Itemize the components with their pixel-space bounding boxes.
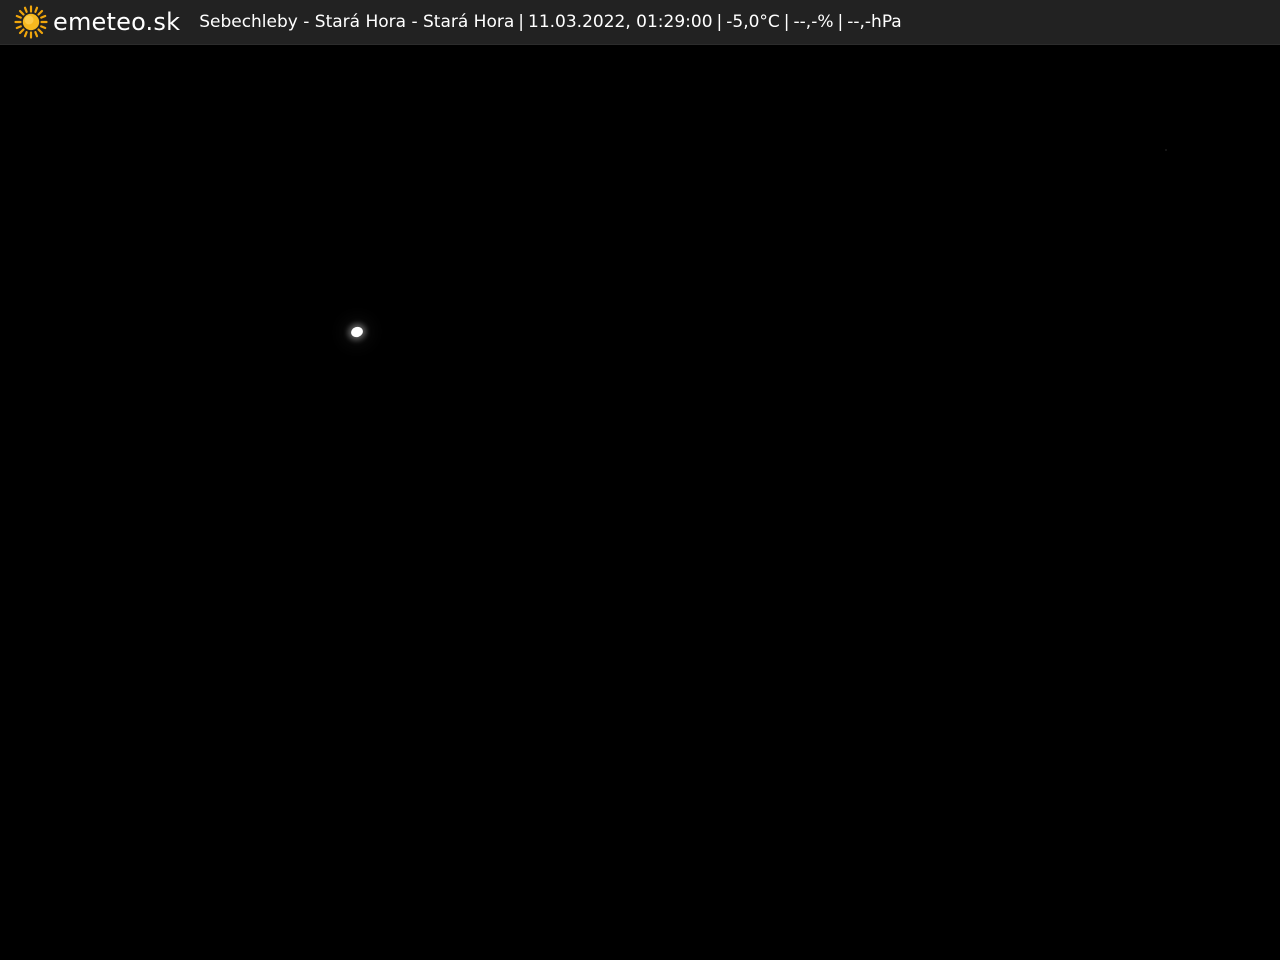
caption-bar: emeteo.sk Sebechleby - Stará Hora - Star… (0, 0, 1280, 45)
faint-light-spot (1165, 149, 1167, 151)
moon-light-spot (349, 325, 365, 339)
separator: | (716, 12, 723, 32)
capture-datetime: 11.03.2022, 01:29:00 (528, 12, 713, 32)
sun-icon (14, 5, 48, 39)
humidity-reading: --,-% (793, 12, 834, 32)
separator: | (837, 12, 844, 32)
webcam-caption: Sebechleby - Stará Hora - Stará Hora | 1… (199, 12, 902, 32)
pressure-reading: --,-hPa (847, 12, 902, 32)
location-name: Sebechleby - Stará Hora - Stará Hora (199, 12, 515, 32)
separator: | (783, 12, 790, 32)
webcam-image (0, 45, 1280, 960)
temperature-reading: -5,0°C (726, 12, 780, 32)
brand-logo[interactable]: emeteo.sk (14, 0, 180, 45)
brand-name: emeteo.sk (53, 8, 181, 36)
separator: | (518, 12, 525, 32)
